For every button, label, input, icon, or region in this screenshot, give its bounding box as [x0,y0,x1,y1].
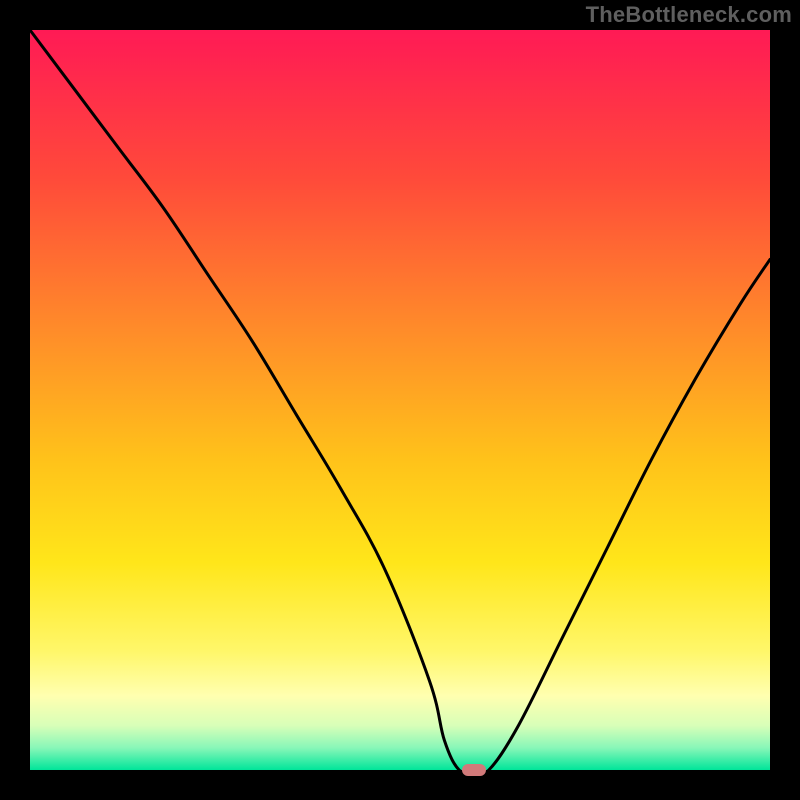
watermark-text: TheBottleneck.com [586,2,792,28]
optimal-marker [462,764,486,776]
plot-background [30,30,770,770]
bottleneck-chart [0,0,800,800]
chart-stage: TheBottleneck.com [0,0,800,800]
